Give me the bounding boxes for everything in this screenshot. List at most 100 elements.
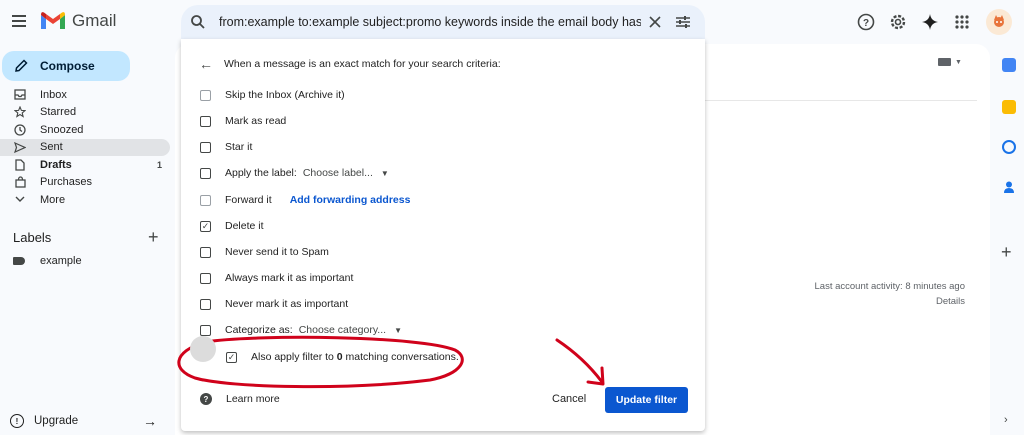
apps-grid-icon[interactable] xyxy=(946,6,978,38)
also-apply-prefix: Also apply filter to xyxy=(251,351,337,363)
caret-down-icon[interactable]: ▼ xyxy=(381,169,389,178)
checkbox[interactable] xyxy=(200,167,211,179)
filter-actions-panel: ← When a message is an exact match for y… xyxy=(181,39,705,431)
account-activity: Last account activity: 8 minutes ago Det… xyxy=(815,279,966,309)
info-circle-icon: ! xyxy=(10,414,24,428)
sidebar-item-label: Sent xyxy=(40,141,63,154)
sidebar-item-label: Drafts xyxy=(40,158,72,171)
top-right-toolbar: ? xyxy=(850,6,1024,38)
option-forward-it[interactable]: Forward it Add forwarding address xyxy=(200,192,410,208)
sidebar-item-label: Inbox xyxy=(40,88,67,101)
option-always-important[interactable]: Always mark it as important xyxy=(200,270,353,286)
clock-icon xyxy=(13,124,27,136)
activity-details-link[interactable]: Details xyxy=(815,294,965,309)
checkbox[interactable] xyxy=(200,246,211,258)
star-icon xyxy=(13,106,27,118)
option-label: Always mark it as important xyxy=(225,272,354,284)
compose-button[interactable]: Compose xyxy=(2,51,130,81)
sidebar-item-more[interactable]: More xyxy=(0,191,170,209)
sidebar-item-label: Starred xyxy=(40,106,77,119)
option-label: Delete it xyxy=(225,220,264,232)
option-star-it[interactable]: Star it xyxy=(200,139,252,155)
label-name: example xyxy=(40,255,82,267)
gmail-m-icon xyxy=(41,12,65,29)
option-never-important[interactable]: Never mark it as important xyxy=(200,296,348,312)
show-side-panel-chevron-icon[interactable]: › xyxy=(1004,414,1008,426)
labels-header: Labels xyxy=(13,230,52,245)
option-categorize[interactable]: Categorize as: Choose category... ▼ xyxy=(200,322,402,338)
checkbox[interactable] xyxy=(200,141,211,153)
search-options-icon[interactable] xyxy=(669,8,697,36)
update-filter-button[interactable]: Update filter xyxy=(605,387,688,413)
option-apply-label[interactable]: Apply the label: Choose label... ▼ xyxy=(200,165,389,181)
checkbox-hover-highlight xyxy=(190,336,216,362)
option-never-spam[interactable]: Never send it to Spam xyxy=(200,244,329,260)
sidebar-item-purchases[interactable]: Purchases xyxy=(0,174,170,192)
back-arrow-icon[interactable]: ← xyxy=(199,56,213,72)
checkbox[interactable] xyxy=(200,272,211,284)
app-name: Gmail xyxy=(72,11,117,30)
checkbox[interactable] xyxy=(200,298,211,310)
category-select[interactable]: Choose category... xyxy=(299,324,386,336)
sidebar-item-inbox[interactable]: Inbox xyxy=(0,86,170,104)
sidebar-label-example[interactable]: example xyxy=(13,255,82,267)
learn-more-label: Learn more xyxy=(226,393,280,405)
tasks-icon[interactable] xyxy=(1002,140,1016,154)
settings-gear-icon[interactable] xyxy=(882,6,914,38)
contacts-icon[interactable] xyxy=(1002,180,1016,194)
create-label-plus-icon[interactable]: + xyxy=(148,227,159,248)
clear-search-icon[interactable] xyxy=(641,8,669,36)
nav-list: Inbox Starred Snoozed Sent Drafts 1 Purc… xyxy=(0,86,170,209)
learn-more-link[interactable]: ? Learn more xyxy=(200,393,280,405)
sidebar-item-snoozed[interactable]: Snoozed xyxy=(0,121,170,139)
label-select[interactable]: Choose label... xyxy=(303,167,373,179)
option-label: Categorize as: xyxy=(225,324,293,336)
shopping-bag-icon xyxy=(13,176,27,188)
option-label: Never send it to Spam xyxy=(225,246,329,258)
last-activity-text: Last account activity: 8 minutes ago xyxy=(814,281,966,292)
option-label: Mark as read xyxy=(225,115,287,127)
help-icon[interactable]: ? xyxy=(850,6,882,38)
main-menu-icon[interactable] xyxy=(10,12,28,30)
drafts-count: 1 xyxy=(156,159,162,170)
checkbox[interactable] xyxy=(200,115,211,127)
avatar[interactable] xyxy=(986,9,1012,35)
also-apply-suffix: matching conversations. xyxy=(342,351,459,363)
search-icon[interactable] xyxy=(181,14,215,30)
sidebar-item-sent[interactable]: Sent xyxy=(0,138,170,156)
upgrade-button[interactable]: ! Upgrade → xyxy=(10,409,165,433)
checkbox[interactable] xyxy=(200,89,211,101)
checkbox-checked[interactable]: ✓ xyxy=(226,351,237,363)
option-mark-as-read[interactable]: Mark as read xyxy=(200,113,286,129)
input-tools-keyboard-icon[interactable]: ▼ xyxy=(938,58,962,66)
svg-text:?: ? xyxy=(863,18,869,29)
add-forwarding-address-link[interactable]: Add forwarding address xyxy=(290,194,411,206)
calendar-icon[interactable] xyxy=(1002,58,1016,72)
arrow-right-icon: → xyxy=(143,413,157,429)
caret-down-icon[interactable]: ▼ xyxy=(394,326,402,335)
cancel-button[interactable]: Cancel xyxy=(552,393,586,405)
search-input[interactable]: from:example to:example subject:promo ke… xyxy=(215,15,641,29)
top-bar: Gmail from:example to:example subject:pr… xyxy=(0,0,1024,44)
sidebar-item-label: Purchases xyxy=(40,176,92,189)
send-icon xyxy=(13,141,27,153)
get-addons-plus-icon[interactable]: + xyxy=(1001,242,1012,263)
keep-icon[interactable] xyxy=(1002,100,1016,114)
option-skip-inbox[interactable]: Skip the Inbox (Archive it) xyxy=(200,87,345,103)
sidebar-item-starred[interactable]: Starred xyxy=(0,104,170,122)
checkbox[interactable] xyxy=(200,324,211,336)
toolbar-divider xyxy=(705,100,977,101)
checkbox-checked[interactable]: ✓ xyxy=(200,220,211,232)
option-label: Forward it xyxy=(225,194,272,206)
option-delete-it[interactable]: ✓ Delete it xyxy=(200,218,264,234)
right-side-panel: + › xyxy=(990,44,1024,435)
left-sidebar: Compose Inbox Starred Snoozed Sent Draft… xyxy=(0,44,175,435)
sidebar-item-drafts[interactable]: Drafts 1 xyxy=(0,156,170,174)
gemini-sparkle-icon[interactable] xyxy=(914,6,946,38)
checkbox[interactable] xyxy=(200,194,211,206)
draft-icon xyxy=(13,159,27,171)
gmail-logo[interactable]: Gmail xyxy=(40,11,116,31)
option-also-apply-filter[interactable]: ✓ Also apply filter to 0 matching conver… xyxy=(190,336,459,365)
search-bar[interactable]: from:example to:example subject:promo ke… xyxy=(181,5,705,39)
inbox-icon xyxy=(13,89,27,100)
